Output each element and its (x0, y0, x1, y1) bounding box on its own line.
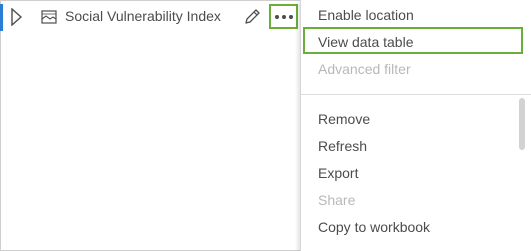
menu-divider (301, 94, 531, 95)
menu-item-refresh[interactable]: Refresh (318, 138, 367, 154)
menu-item-advanced-filter: Advanced filter (318, 61, 411, 77)
more-options-button[interactable] (269, 4, 298, 29)
layer-row[interactable]: Social Vulnerability Index (0, 0, 300, 34)
ellipsis-icon (274, 14, 293, 19)
chevron-right-icon[interactable] (10, 8, 22, 26)
map-layer-icon (41, 10, 57, 24)
menu-scrollbar[interactable] (519, 98, 525, 150)
menu-item-view-data-table[interactable]: View data table (318, 34, 413, 50)
menu-item-share: Share (318, 192, 356, 208)
menu-item-enable-location[interactable]: Enable location (318, 7, 414, 23)
menu-item-export[interactable]: Export (318, 165, 358, 181)
layer-name: Social Vulnerability Index (65, 8, 221, 24)
pencil-icon[interactable] (242, 7, 262, 27)
menu-item-copy-to-workbook[interactable]: Copy to workbook (318, 219, 430, 235)
layer-options-menu: Enable location View data table Advanced… (300, 0, 531, 251)
menu-item-remove[interactable]: Remove (318, 111, 370, 127)
active-layer-indicator (0, 4, 3, 31)
